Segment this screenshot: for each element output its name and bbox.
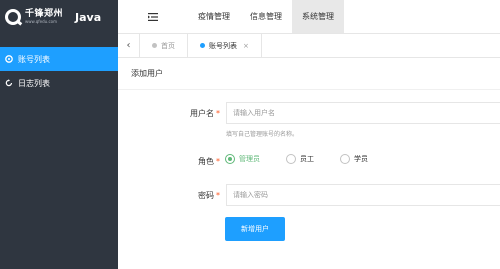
logo-url: www.qfedu.com [25, 19, 58, 24]
role-radio-student[interactable]: 学员 [340, 154, 368, 164]
radio-unchecked-icon [340, 154, 350, 164]
password-input[interactable]: 请输入密码 [226, 184, 500, 206]
refresh-icon [5, 79, 13, 87]
gear-icon [5, 55, 13, 63]
close-icon[interactable]: × [243, 42, 249, 50]
logo-suffix: Java [75, 10, 102, 24]
required-mark: * [216, 109, 220, 118]
sidebar-item-accounts[interactable]: 账号列表 [0, 47, 118, 71]
nav-epidemic[interactable]: 疫情管理 [188, 0, 240, 33]
required-mark: * [216, 191, 220, 200]
sidebar-item-label: 日志列表 [18, 78, 50, 88]
tab-accounts[interactable]: 账号列表 × [188, 34, 262, 57]
tab-home[interactable]: 首页 [140, 34, 188, 57]
username-label: 用户名 * [190, 109, 220, 118]
radio-unchecked-icon [286, 154, 296, 164]
logo-mark-icon [5, 9, 21, 25]
username-input[interactable]: 请输入用户名 [226, 102, 500, 124]
tab-back-button[interactable]: ‹ [118, 34, 140, 57]
role-label: 角色 * [198, 157, 220, 166]
password-label: 密码 * [198, 191, 220, 200]
role-radio-staff[interactable]: 员工 [286, 154, 314, 164]
add-user-button[interactable]: 新增用户 [225, 217, 285, 241]
radio-checked-icon [225, 154, 235, 164]
username-hint: 填写自己管理账号的名称。 [226, 131, 299, 138]
top-nav: 疫情管理 信息管理 系统管理 [118, 0, 500, 34]
nav-system[interactable]: 系统管理 [292, 0, 344, 33]
sidebar: 千锋郑州 www.qfedu.com Java 账号列表 日志列表 [0, 0, 118, 269]
tab-dot-icon [152, 43, 157, 48]
page-title: 添加用户 [118, 58, 500, 90]
logo-name: 千锋郑州 [25, 9, 64, 19]
sidebar-item-logs[interactable]: 日志列表 [0, 71, 118, 95]
nav-info[interactable]: 信息管理 [240, 0, 292, 33]
required-mark: * [216, 157, 220, 166]
logo[interactable]: 千锋郑州 www.qfedu.com Java [0, 0, 118, 34]
sidebar-item-label: 账号列表 [18, 54, 50, 64]
role-radio-admin[interactable]: 管理员 [225, 154, 260, 164]
tab-strip: ‹ 首页 账号列表 × [118, 34, 500, 58]
tab-label: 首页 [161, 41, 175, 50]
tab-label: 账号列表 [209, 41, 237, 50]
tab-dot-icon [200, 43, 205, 48]
main-content: 添加用户 用户名 * 请输入用户名 填写自己管理账号的名称。 角色 * 管理员 员工… [118, 58, 500, 269]
menu-toggle-icon[interactable] [118, 0, 188, 33]
